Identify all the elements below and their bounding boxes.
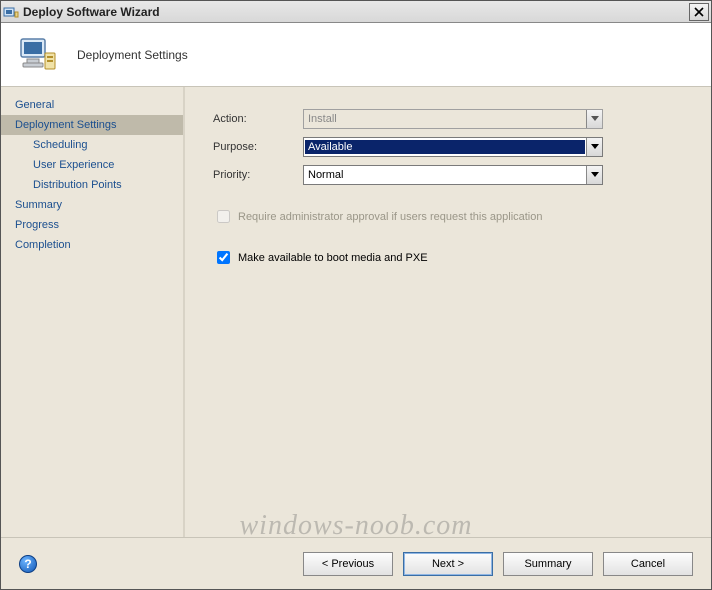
label-purpose: Purpose: <box>213 141 303 153</box>
sidebar-item-summary[interactable]: Summary <box>1 195 183 215</box>
combo-action-value: Install <box>304 113 586 125</box>
sidebar: General Deployment Settings Scheduling U… <box>1 87 185 537</box>
label-priority: Priority: <box>213 169 303 181</box>
page-title: Deployment Settings <box>77 48 188 62</box>
content-pane: Action: Install Purpose: Available <box>185 87 711 537</box>
sidebar-item-progress[interactable]: Progress <box>1 215 183 235</box>
titlebar: Deploy Software Wizard <box>1 1 711 23</box>
close-button[interactable] <box>689 3 709 21</box>
summary-button[interactable]: Summary <box>503 552 593 576</box>
label-approval: Require administrator approval if users … <box>238 211 543 223</box>
next-button[interactable]: Next > <box>403 552 493 576</box>
chevron-down-icon[interactable] <box>586 138 602 156</box>
sidebar-item-completion[interactable]: Completion <box>1 235 183 255</box>
row-purpose: Purpose: Available <box>213 137 683 157</box>
footer: ? < Previous Next > Summary Cancel <box>1 537 711 589</box>
label-action: Action: <box>213 113 303 125</box>
sidebar-item-distribution-points[interactable]: Distribution Points <box>1 175 183 195</box>
row-priority: Priority: Normal <box>213 165 683 185</box>
row-approval: Require administrator approval if users … <box>213 207 683 226</box>
sidebar-item-user-experience[interactable]: User Experience <box>1 155 183 175</box>
checkbox-pxe[interactable] <box>217 251 230 264</box>
wizard-header: Deployment Settings <box>1 23 711 87</box>
previous-button[interactable]: < Previous <box>303 552 393 576</box>
sidebar-item-scheduling[interactable]: Scheduling <box>1 135 183 155</box>
close-icon <box>694 7 704 17</box>
help-icon[interactable]: ? <box>19 555 37 573</box>
combo-purpose-value: Available <box>305 140 585 154</box>
wizard-window: Deploy Software Wizard Deployment Settin… <box>0 0 712 590</box>
row-action: Action: Install <box>213 109 683 129</box>
combo-action: Install <box>303 109 603 129</box>
wizard-body: General Deployment Settings Scheduling U… <box>1 87 711 537</box>
app-icon <box>3 4 19 20</box>
combo-purpose[interactable]: Available <box>303 137 603 157</box>
row-pxe: Make available to boot media and PXE <box>213 248 683 267</box>
chevron-down-icon <box>586 110 602 128</box>
window-title: Deploy Software Wizard <box>23 5 689 19</box>
combo-priority-value: Normal <box>304 169 586 181</box>
checkbox-approval <box>217 210 230 223</box>
label-pxe: Make available to boot media and PXE <box>238 252 428 264</box>
sidebar-item-deployment-settings[interactable]: Deployment Settings <box>1 115 183 135</box>
cancel-button[interactable]: Cancel <box>603 552 693 576</box>
combo-priority[interactable]: Normal <box>303 165 603 185</box>
header-icon <box>15 33 59 77</box>
chevron-down-icon[interactable] <box>586 166 602 184</box>
sidebar-item-general[interactable]: General <box>1 95 183 115</box>
